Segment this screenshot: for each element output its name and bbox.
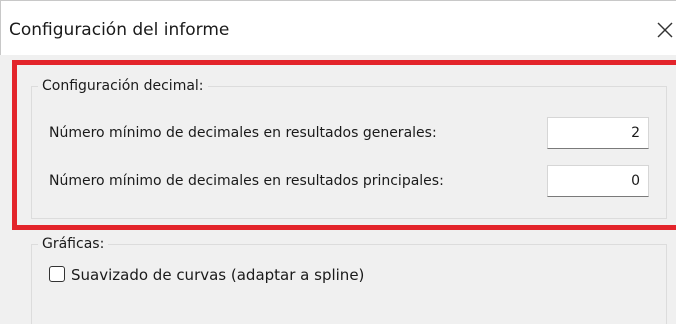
- general-results-decimals-input[interactable]: [547, 117, 649, 149]
- decimal-settings-legend: Configuración decimal:: [38, 77, 208, 95]
- close-icon: [657, 22, 673, 38]
- window-title: Configuración del informe: [9, 20, 230, 40]
- decimal-settings-group: Configuración decimal:: [31, 77, 667, 219]
- main-results-decimals-input[interactable]: [547, 165, 649, 197]
- title-bar: Configuración del informe: [0, 0, 676, 55]
- general-results-label: Número mínimo de decimales en resultados…: [49, 125, 437, 141]
- curve-smoothing-checkbox[interactable]: [49, 266, 65, 282]
- charts-legend: Gráficas:: [38, 235, 109, 253]
- curve-smoothing-label[interactable]: Suavizado de curvas (adaptar a spline): [71, 265, 364, 285]
- main-results-label: Número mínimo de decimales en resultados…: [49, 173, 444, 189]
- close-button[interactable]: [654, 19, 676, 41]
